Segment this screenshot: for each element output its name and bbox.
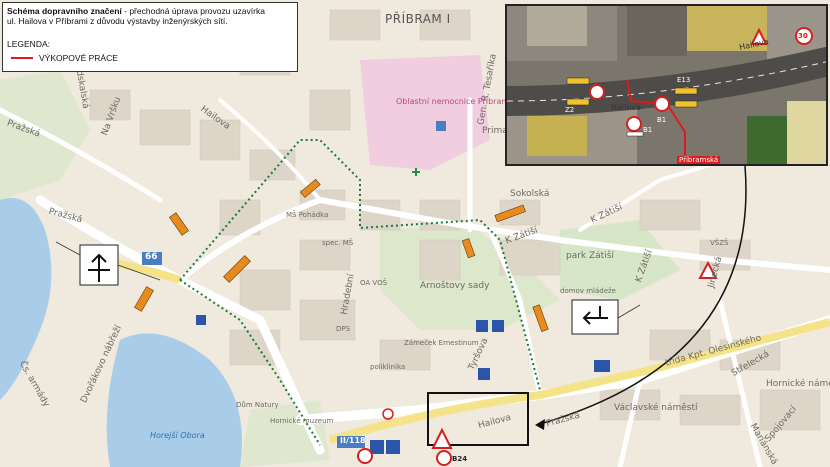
label-vaclavske-namesti: Václavské náměstí	[614, 403, 698, 413]
poi-dps: DPS	[336, 325, 351, 333]
legend-heading: LEGENDA:	[7, 39, 50, 49]
district-label: PŘÍBRAM I	[385, 12, 451, 26]
poi-ms-pohadka: MŠ Pohádka	[286, 211, 329, 219]
road-number-66: 66	[145, 252, 158, 262]
poi-oa-vos: OA VOŠ	[360, 279, 388, 287]
label-hornicke-namesti: Hornické náměstí	[766, 379, 830, 389]
road-number-ii118: II/118	[340, 436, 366, 445]
poi-hospital: Oblastní nemocnice Příbram	[396, 97, 510, 106]
inset-sign-b1-a: B1	[657, 116, 667, 124]
label-park-zatisi: park Zátiší	[566, 251, 614, 261]
label-lake: Horejší Obora	[150, 431, 205, 440]
poi-muzeum: Hornické muzeum	[270, 417, 334, 425]
legend-title-line: Schéma dopravního značení - přechodná úp…	[7, 6, 293, 16]
street-prima: Prima	[482, 126, 508, 136]
poi-domov-mladeze: domov mládeže	[560, 287, 616, 295]
hospital-icon	[436, 121, 446, 131]
poi-poliklinika: poliklinika	[370, 363, 406, 371]
poi-spec-ms: spec. MŠ	[322, 239, 354, 247]
poi-zamecek: Zámeček Ernestinum	[404, 339, 479, 347]
inset-sign-z2: Z2	[565, 106, 575, 114]
legend-title: Schéma dopravního značení	[7, 6, 122, 16]
poi-dum-natury: Dům Natury	[236, 401, 279, 409]
inset-bottom-label: Příbramská	[677, 156, 721, 164]
legend-swatch-excavation	[11, 57, 33, 59]
legend-title-rest: - přechodná úprava provozu uzavírka	[121, 6, 265, 16]
inset-sign-b1-b: B1	[643, 126, 653, 134]
legend-item: VÝKOPOVÉ PRÁCE	[7, 53, 293, 63]
inset-sign-e13: E13	[677, 76, 691, 84]
label-arnostovy-sady: Arnoštovy sady	[420, 281, 490, 291]
inset-speed-limit: 30	[798, 32, 808, 40]
legend-subtitle: ul. Hailova v Příbrami z důvodu výstavby…	[7, 16, 228, 26]
inset-canvas	[507, 6, 826, 164]
legend-box: Schéma dopravního značení - přechodná úp…	[2, 2, 298, 72]
legend-item-label: VÝKOPOVÉ PRÁCE	[39, 53, 118, 63]
inset-street-hailova-left: Hailova	[611, 103, 641, 112]
inset-aerial-map[interactable]: Hailova Hailova B1 B1 E13 Z2 Příbramská …	[505, 4, 828, 166]
road-number-b24: B24	[452, 455, 468, 463]
street-sokolska: Sokolská	[510, 189, 550, 199]
poi-vszs: VŠZŠ	[710, 239, 729, 247]
